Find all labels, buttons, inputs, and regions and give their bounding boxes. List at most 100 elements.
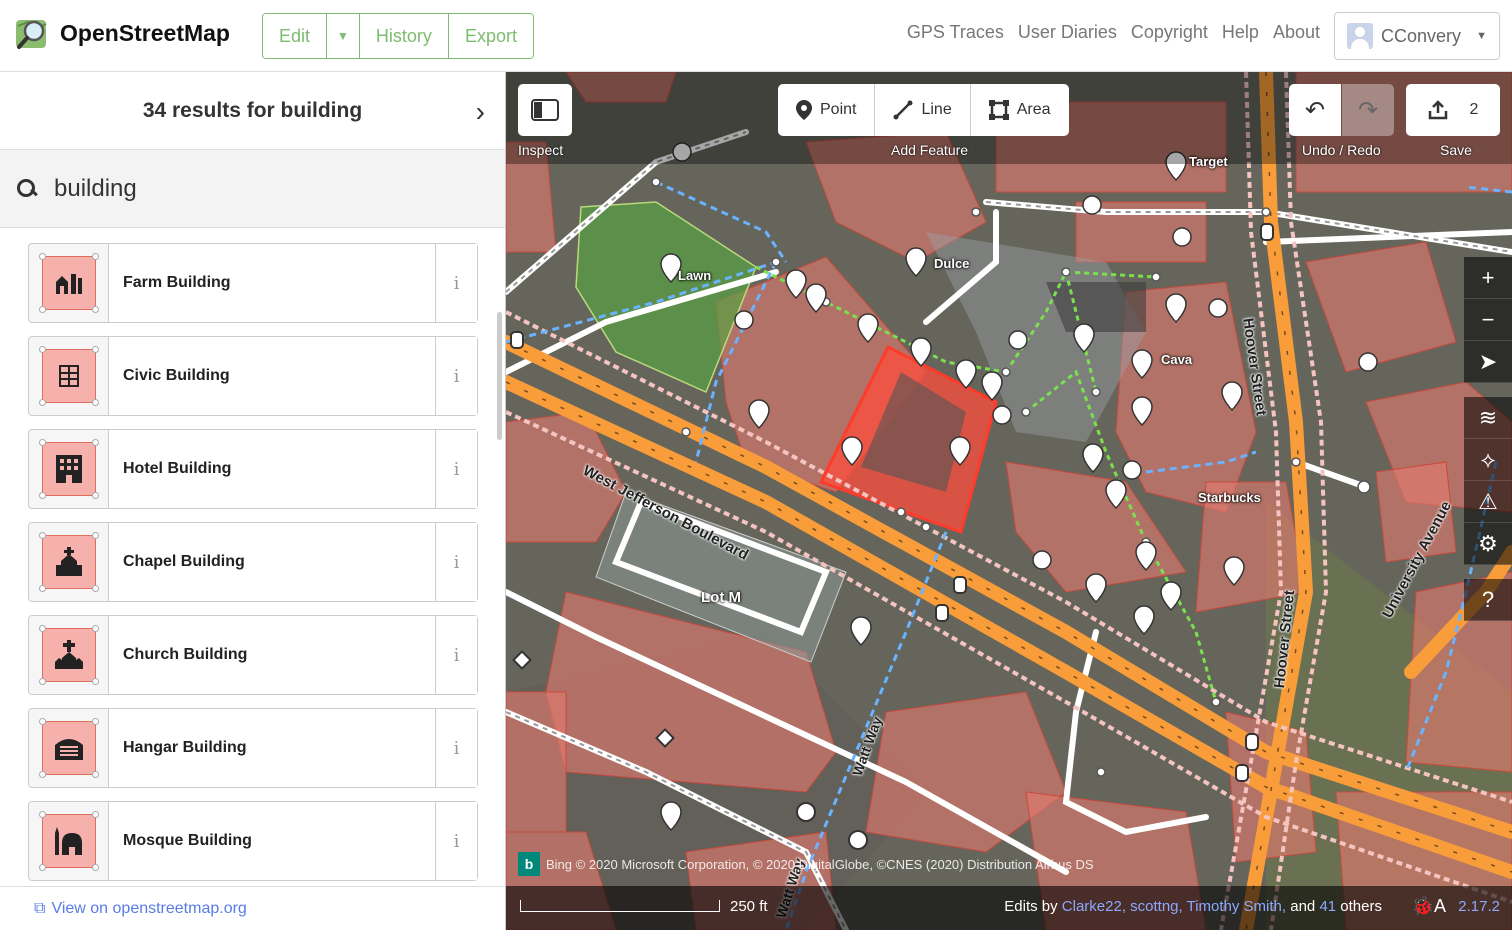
user-dropdown-caret-icon: ▼ [1476,30,1487,42]
add-feature-label: Add Feature [891,142,969,158]
user-diaries-link[interactable]: User Diaries [1018,22,1117,43]
view-on-osm-link[interactable]: View on openstreetmap.org [51,900,246,918]
preset-label: Hangar Building [109,709,435,787]
edit-button[interactable]: Edit [263,14,328,58]
chevron-right-icon[interactable]: › [476,96,485,128]
logo-text: OpenStreetMap [60,19,230,46]
edits-suffix: others [1340,898,1382,915]
version-link[interactable]: 2.17.2 [1458,898,1500,915]
map-label-cava[interactable]: Cava [1161,352,1192,367]
civic-building-icon [38,346,99,406]
scale-label: 250 ft [730,898,768,915]
map-label-lawn[interactable]: Lawn [678,268,711,283]
edit-dropdown-caret-icon[interactable]: ▼ [327,14,360,58]
preferences-icon[interactable]: ⚙ [1464,523,1512,565]
preset-item-civic-building[interactable]: Civic Building i [28,336,478,416]
user-name: CConvery [1381,25,1462,46]
geolocate-icon[interactable]: ➤ [1464,341,1512,383]
preset-item-hotel-building[interactable]: Hotel Building i [28,429,478,509]
top-links: GPS Traces User Diaries Copyright Help A… [907,22,1320,43]
preset-search-input[interactable] [54,174,454,203]
preset-item-hangar-building[interactable]: Hangar Building i [28,708,478,788]
others-count-link[interactable]: 41 [1319,898,1336,915]
area-label: Area [1016,101,1051,118]
save-count: 2 [1469,101,1479,118]
sidebar-toggle-icon [531,99,559,121]
line-label: Line [921,101,952,118]
info-icon[interactable]: i [435,430,477,508]
preset-label: Farm Building [109,244,435,322]
help-link[interactable]: Help [1222,22,1259,43]
edits-prefix: Edits by [1004,898,1058,915]
add-feature-group: Point Line Area [778,84,1069,136]
preset-search-row [0,150,505,228]
map-label-target[interactable]: Target [1189,154,1228,169]
redo-button[interactable]: ↷ [1342,84,1394,136]
zoom-out-icon[interactable]: − [1464,299,1512,341]
mosque-building-icon [38,811,99,871]
point-icon [796,100,812,120]
info-icon[interactable]: i [435,523,477,601]
zoom-in-icon[interactable]: + [1464,257,1512,299]
hangar-building-icon [38,718,99,778]
church-building-icon [38,625,99,685]
preset-list-scrollbar[interactable] [497,312,502,440]
save-label: Save [1440,142,1472,158]
map-footer: 250 ft Edits by Clarke22, scottng, Timot… [506,886,1512,930]
scale-bar[interactable] [520,900,720,912]
preset-item-church-building[interactable]: Church Building i [28,615,478,695]
history-button[interactable]: History [359,14,449,58]
copyright-link[interactable]: Copyright [1131,22,1208,43]
preset-item-mosque-building[interactable]: Mosque Building i [28,801,478,881]
sidebar-footer: ⧉ View on openstreetmap.org [0,886,506,930]
preset-label: Civic Building [109,337,435,415]
sidebar: 34 results for building › Farm Building … [0,72,506,930]
farm-building-icon [38,253,99,313]
add-area-button[interactable]: Area [971,84,1069,136]
imagery-attribution: b Bing © 2020 Microsoft Corporation, © 2… [518,852,1094,876]
save-button[interactable]: 2 [1406,84,1500,136]
preset-item-chapel-building[interactable]: Chapel Building i [28,522,478,602]
avatar [1347,23,1373,49]
osm-logo[interactable]: OpenStreetMap [14,14,230,52]
map-label-dulce[interactable]: Dulce [934,256,969,271]
info-icon[interactable]: i [435,802,477,880]
preset-item-farm-building[interactable]: Farm Building i [28,243,478,323]
map-label-lot-m[interactable]: Lot M [701,589,741,606]
inspect-label: Inspect [518,142,564,158]
user-menu-button[interactable]: CConvery ▼ [1334,12,1500,60]
export-button[interactable]: Export [448,14,533,58]
info-icon[interactable]: i [435,709,477,787]
attribution-text[interactable]: Bing © 2020 Microsoft Corporation, © 202… [546,857,1094,872]
area-icon [988,100,1009,120]
preset-label: Hotel Building [109,430,435,508]
info-icon[interactable]: i [435,337,477,415]
chapel-building-icon [38,532,99,592]
edit-button-group: Edit ▼ History Export [262,13,534,59]
info-icon[interactable]: i [435,244,477,322]
edits-by-text: Edits by Clarke22, scottng, Timothy Smit… [1004,898,1382,915]
info-icon[interactable]: i [435,616,477,694]
edits-and: and [1290,898,1316,915]
layers-icon[interactable]: ≋ [1464,397,1512,439]
osm-logo-icon [16,20,47,49]
undo-button[interactable]: ↶ [1289,84,1341,136]
search-icon [16,178,38,200]
bug-report-icon[interactable]: 🐞A [1412,896,1446,917]
preset-label: Chapel Building [109,523,435,601]
map-canvas[interactable]: Lawn Dulce Cava Target Starbucks Lot M W… [506,72,1512,930]
about-link[interactable]: About [1273,22,1320,43]
line-icon [893,100,913,120]
map-label-starbucks[interactable]: Starbucks [1198,490,1261,505]
inspect-button[interactable] [518,84,572,136]
undo-redo-label: Undo / Redo [1302,142,1381,158]
editor-links[interactable]: Clarke22, scottng, Timothy Smith, [1062,898,1286,915]
redo-icon: ↷ [1357,96,1379,124]
add-line-button[interactable]: Line [875,84,971,136]
map-data-icon[interactable]: ⟡ [1464,439,1512,481]
help-icon[interactable]: ? [1464,579,1512,621]
gps-traces-link[interactable]: GPS Traces [907,22,1004,43]
add-point-button[interactable]: Point [778,84,876,136]
issues-icon[interactable]: ⚠ [1464,481,1512,523]
upload-icon [1428,100,1447,120]
